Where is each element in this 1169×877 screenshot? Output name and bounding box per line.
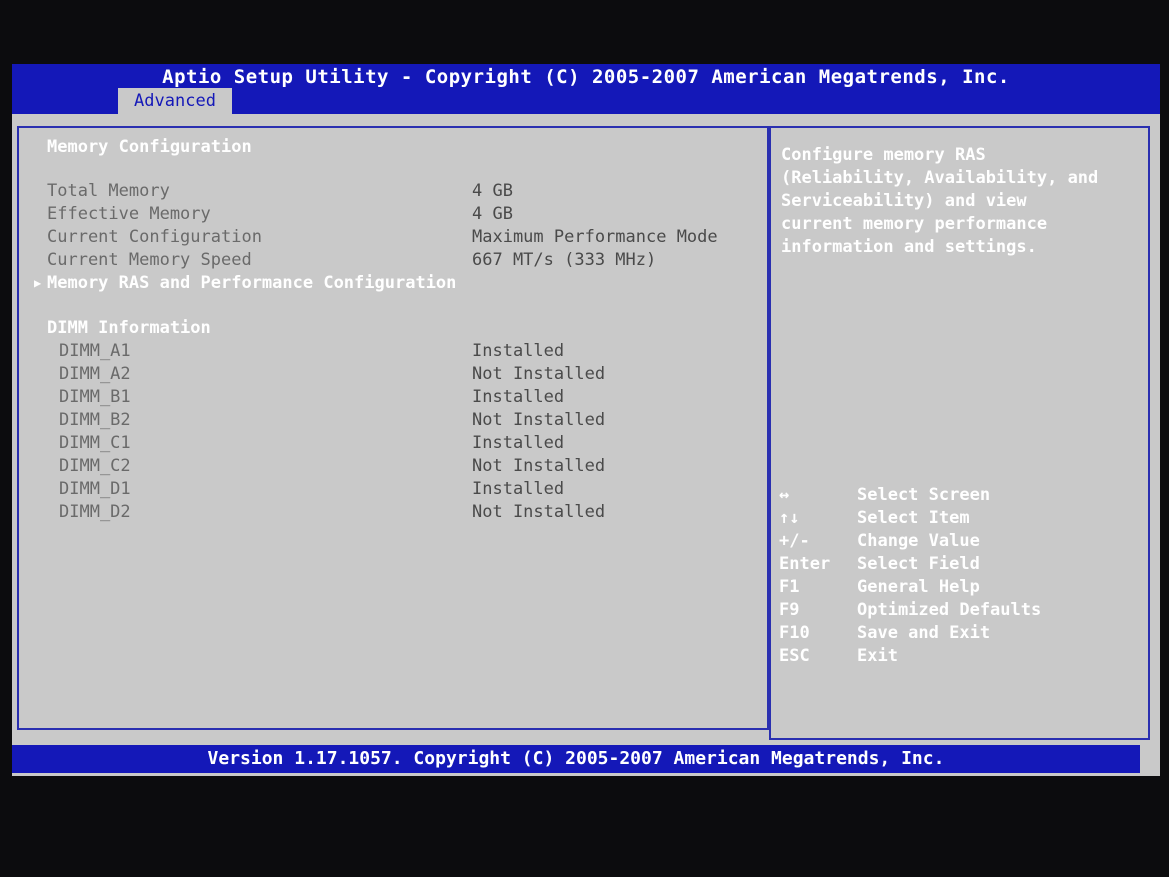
dimm-c2-value: Not Installed — [472, 456, 606, 476]
left-right-arrows-icon: ↔ — [779, 485, 790, 505]
key-label: F9 — [779, 600, 800, 620]
title-bar: Aptio Setup Utility - Copyright (C) 2005… — [12, 64, 1160, 114]
dimm-b1-label: DIMM_B1 — [59, 387, 131, 407]
key-label: Enter — [779, 554, 831, 574]
current-configuration-value: Maximum Performance Mode — [472, 227, 718, 247]
help-panel: Configure memory RAS (Reliability, Avail… — [769, 126, 1150, 740]
dimm-c1-label: DIMM_C1 — [59, 433, 131, 453]
memory-ras-submenu-label: Memory RAS and Performance Configuration — [47, 273, 457, 293]
current-configuration-label: Current Configuration — [47, 227, 262, 247]
effective-memory-value: 4 GB — [472, 204, 513, 224]
dimm-section-title: DIMM Information — [47, 318, 211, 338]
help-line: (Reliability, Availability, and — [781, 168, 1099, 188]
key-label: F10 — [779, 623, 810, 643]
tab-advanced[interactable]: Advanced — [118, 88, 232, 114]
key-label: ESC — [779, 646, 810, 666]
footer-bar: Version 1.17.1057. Copyright (C) 2005-20… — [12, 745, 1140, 773]
dimm-d1-label: DIMM_D1 — [59, 479, 131, 499]
key-desc: Select Item — [857, 508, 970, 528]
dimm-b2-label: DIMM_B2 — [59, 410, 131, 430]
dimm-d2-label: DIMM_D2 — [59, 502, 131, 522]
total-memory-label: Total Memory — [47, 181, 170, 201]
bios-screen: Aptio Setup Utility - Copyright (C) 2005… — [12, 64, 1160, 776]
key-desc: Select Screen — [857, 485, 991, 505]
dimm-b2-value: Not Installed — [472, 410, 606, 430]
key-desc: Change Value — [857, 531, 980, 551]
dimm-d2-value: Not Installed — [472, 502, 606, 522]
memory-ras-submenu[interactable]: ▶ Memory RAS and Performance Configurati… — [34, 272, 457, 294]
memory-speed-value: 667 MT/s (333 MHz) — [472, 250, 657, 270]
dimm-c1-value: Installed — [472, 433, 565, 453]
dimm-a1-label: DIMM_A1 — [59, 341, 131, 361]
dimm-a1-value: Installed — [472, 341, 565, 361]
effective-memory-label: Effective Memory — [47, 204, 211, 224]
help-line: current memory performance — [781, 214, 1048, 234]
dimm-a2-label: DIMM_A2 — [59, 364, 131, 384]
key-desc: Optimized Defaults — [857, 600, 1042, 620]
dimm-d1-value: Installed — [472, 479, 565, 499]
help-line: information and settings. — [781, 237, 1037, 257]
key-desc: Save and Exit — [857, 623, 991, 643]
memory-speed-label: Current Memory Speed — [47, 250, 252, 270]
section-title: Memory Configuration — [47, 137, 252, 157]
key-desc: Select Field — [857, 554, 980, 574]
dimm-c2-label: DIMM_C2 — [59, 456, 131, 476]
total-memory-value: 4 GB — [472, 181, 513, 201]
key-desc: Exit — [857, 646, 898, 666]
dimm-a2-value: Not Installed — [472, 364, 606, 384]
help-line: Configure memory RAS — [781, 145, 986, 165]
title-text: Aptio Setup Utility - Copyright (C) 2005… — [162, 66, 1010, 88]
key-label: +/- — [779, 531, 810, 551]
submenu-arrow-icon: ▶ — [34, 276, 42, 290]
footer-text: Version 1.17.1057. Copyright (C) 2005-20… — [207, 748, 945, 769]
main-panel: Memory Configuration Total Memory 4 GB E… — [17, 126, 769, 730]
key-label: F1 — [779, 577, 800, 597]
up-down-arrows-icon: ↑↓ — [779, 508, 800, 528]
help-line: Serviceability) and view — [781, 191, 1027, 211]
dimm-b1-value: Installed — [472, 387, 565, 407]
help-description: Configure memory RAS (Reliability, Avail… — [781, 144, 1098, 259]
key-desc: General Help — [857, 577, 980, 597]
